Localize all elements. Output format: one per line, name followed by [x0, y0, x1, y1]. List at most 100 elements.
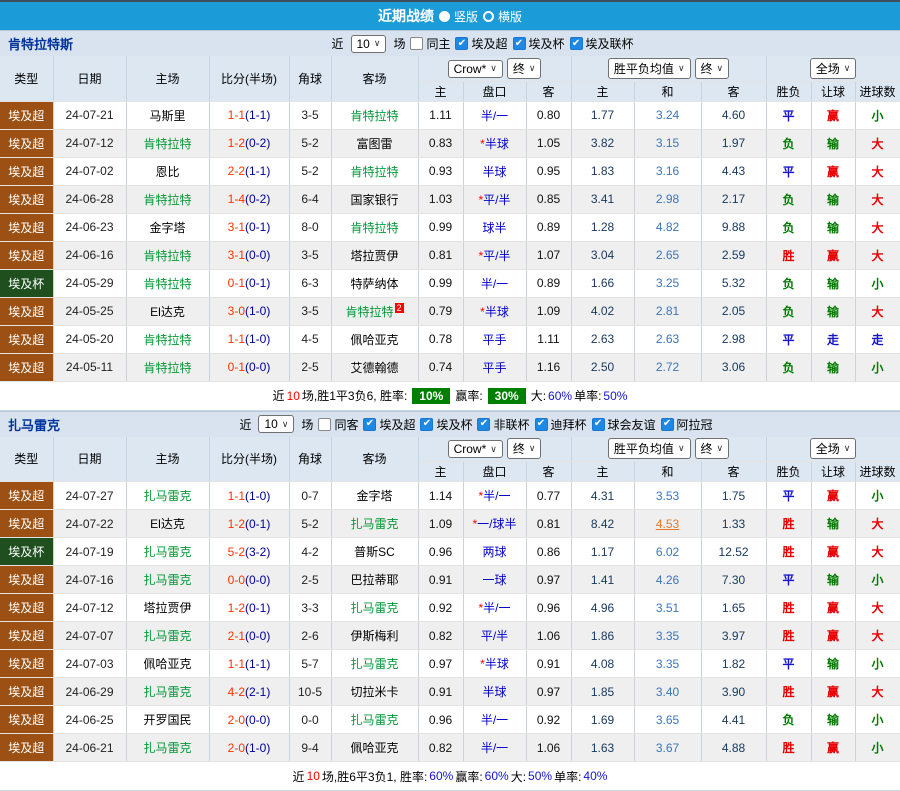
corners: 4-2: [289, 538, 331, 566]
corners: 8-0: [289, 213, 331, 241]
avg-win: 1.66: [571, 269, 634, 297]
col-odds-away: 客: [526, 81, 571, 101]
summary-segment: 近: [293, 768, 305, 785]
match-date: 24-07-21: [53, 101, 126, 129]
avg-win: 1.85: [571, 678, 634, 706]
home-team: 塔拉贾伊: [126, 594, 209, 622]
same-venue-checkbox[interactable]: 同主: [410, 35, 450, 52]
halftime-score: (1-0): [245, 332, 270, 346]
team-label: 佩哈亚克: [350, 333, 398, 347]
away-team: 佩哈亚克: [331, 734, 418, 762]
handicap-label: 两球: [482, 545, 506, 559]
team-label: 伊斯梅利: [350, 629, 398, 643]
same-venue-checkbox[interactable]: 同客: [318, 416, 358, 433]
fulltime-score: 0-1: [228, 360, 245, 374]
corners: 6-4: [289, 185, 331, 213]
checkbox-checked-icon: ✔: [513, 37, 526, 50]
handicap-label: 平手: [482, 361, 506, 375]
away-team: 肯特拉特: [331, 213, 418, 241]
match-date: 24-07-12: [53, 594, 126, 622]
avg-select[interactable]: 胜平负均值∨: [608, 58, 691, 79]
home-team: 扎马雷克: [126, 734, 209, 762]
halftime-score: (3-2): [245, 545, 270, 559]
avg-draw: 6.02: [634, 538, 701, 566]
match-count-select[interactable]: 10∨: [351, 35, 387, 53]
layout-option-vertical[interactable]: 竖版: [439, 8, 478, 25]
avg-win: 8.42: [571, 510, 634, 538]
corners: 5-2: [289, 510, 331, 538]
odds-source-select[interactable]: Crow*∨: [448, 440, 503, 458]
odds-state-select[interactable]: 终∨: [507, 58, 542, 79]
corners: 5-2: [289, 157, 331, 185]
score: 5-2(3-2): [209, 538, 289, 566]
odds-away: 0.97: [526, 566, 571, 594]
summary-segment: 50%: [603, 389, 627, 403]
col-away: 客场: [331, 437, 418, 482]
fulltime-score: 2-2: [228, 164, 245, 178]
team-label: 佩哈亚克: [350, 741, 398, 755]
checkbox-checked-icon: ✔: [661, 418, 674, 431]
col-home: 主场: [126, 437, 209, 482]
result-goals: 大: [855, 510, 900, 538]
matches-label: 场: [393, 35, 405, 52]
layout-option-horizontal[interactable]: 横版: [483, 8, 522, 25]
odds-source-select[interactable]: Crow*∨: [448, 60, 503, 78]
col-avg-draw: 和: [634, 81, 701, 101]
match-row: 埃及超24-06-23金字塔3-1(0-1)8-0肯特拉特0.99球半0.891…: [0, 213, 900, 241]
match-row: 埃及超24-06-29扎马雷克4-2(2-1)10-5切拉米卡0.91半球0.9…: [0, 678, 900, 706]
result-outcome: 平: [766, 566, 811, 594]
col-date: 日期: [53, 56, 126, 101]
result-outcome: 胜: [766, 241, 811, 269]
result-handicap: 赢: [811, 734, 855, 762]
summary-segment: 赢率:: [455, 768, 482, 785]
match-row: 埃及超24-07-03佩哈亚克1-1(1-1)5-7扎马雷克0.97*半球0.9…: [0, 650, 900, 678]
handicap: *半/一: [463, 482, 526, 510]
avg-lose: 9.88: [701, 213, 766, 241]
result-goals: 小: [855, 101, 900, 129]
corners: 9-4: [289, 734, 331, 762]
score: 1-1(1-1): [209, 101, 289, 129]
avg-win: 1.17: [571, 538, 634, 566]
result-outcome: 负: [766, 706, 811, 734]
summary-segment: 60%: [548, 389, 572, 403]
avg-draw: 2.65: [634, 241, 701, 269]
league-checkbox[interactable]: ✔埃及超: [455, 35, 507, 52]
home-team: 肯特拉特: [126, 269, 209, 297]
league-checkbox[interactable]: ✔埃及联杯: [570, 35, 634, 52]
result-outcome: 胜: [766, 622, 811, 650]
select-value: 10: [357, 37, 370, 51]
result-handicap: 输: [811, 269, 855, 297]
score: 1-1(1-0): [209, 482, 289, 510]
match-count-select[interactable]: 10∨: [258, 415, 294, 433]
scope-select[interactable]: 全场∨: [810, 58, 857, 79]
league-checkbox[interactable]: ✔埃及杯: [420, 416, 472, 433]
titlebar: 近期战绩 竖版 横版: [0, 2, 900, 30]
team-label: 肯特拉特: [350, 165, 398, 179]
avg-draw: 2.63: [634, 325, 701, 353]
halftime-score: (1-1): [245, 108, 270, 122]
handicap: 球半: [463, 213, 526, 241]
halftime-score: (1-1): [245, 164, 270, 178]
league-checkbox[interactable]: ✔埃及杯: [513, 35, 565, 52]
fulltime-score: 1-1: [228, 108, 245, 122]
odds-state-select[interactable]: 终∨: [507, 438, 542, 459]
odds-away: 0.86: [526, 538, 571, 566]
avg-select[interactable]: 胜平负均值∨: [608, 438, 691, 459]
team-label: 扎马雷克: [143, 545, 191, 559]
result-outcome: 胜: [766, 538, 811, 566]
col-score: 比分(半场): [209, 437, 289, 482]
score: 1-1(1-0): [209, 325, 289, 353]
avg-state-select[interactable]: 终∨: [695, 438, 730, 459]
league-checkbox[interactable]: ✔埃及超: [363, 416, 415, 433]
league-checkbox[interactable]: ✔迪拜杯: [535, 416, 587, 433]
avg-state-select[interactable]: 终∨: [695, 58, 730, 79]
scope-select[interactable]: 全场∨: [810, 438, 857, 459]
home-team: 肯特拉特: [126, 185, 209, 213]
team-label: 国家银行: [350, 193, 398, 207]
league-checkbox[interactable]: ✔阿拉冠: [661, 416, 713, 433]
avg-win: 1.77: [571, 101, 634, 129]
checkbox-label: 球会友谊: [608, 416, 656, 433]
result-handicap: 输: [811, 650, 855, 678]
league-checkbox[interactable]: ✔非联杯: [477, 416, 529, 433]
league-checkbox[interactable]: ✔球会友谊: [592, 416, 656, 433]
